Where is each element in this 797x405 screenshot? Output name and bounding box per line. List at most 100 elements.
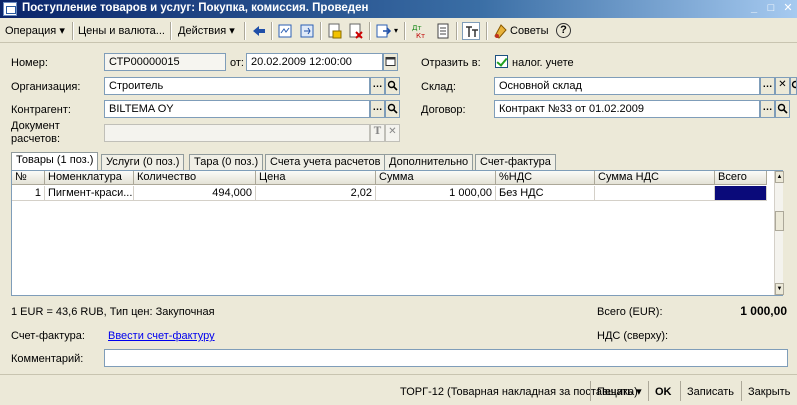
tax-accounting-label: налог. учете [512, 57, 574, 69]
unpost-document-icon[interactable] [347, 22, 365, 40]
bottom-bar: ТОРГ-12 (Товарная накладная за поставщик… [0, 374, 797, 405]
organization-field[interactable]: Строитель [104, 77, 370, 95]
actions-menu[interactable]: Действия ▾ [178, 22, 235, 40]
journal-icon[interactable] [434, 22, 452, 40]
ok-button[interactable]: OK [655, 384, 672, 400]
contract-select-button[interactable]: … [760, 100, 775, 118]
enter-invoice-link[interactable]: Ввести счет-фактуру [108, 329, 215, 344]
organization-select-button[interactable]: … [370, 77, 385, 95]
comment-field[interactable] [104, 349, 788, 367]
reflect-label: Отразить в: [421, 57, 481, 69]
tax-accounting-checkbox[interactable] [495, 55, 508, 68]
search-icon[interactable] [775, 100, 790, 118]
print-menu[interactable]: Печать ▾ [597, 384, 642, 400]
type-select-button[interactable]: T [370, 124, 385, 142]
column-header-number[interactable]: № [12, 171, 45, 185]
goods-table[interactable]: № Номенклатура Количество Цена Сумма %НД… [11, 170, 784, 296]
scroll-up-icon[interactable]: ▲ [775, 171, 784, 183]
toolbar-separator [320, 22, 322, 40]
table-scrollbar[interactable]: ▲ ▼ [774, 171, 784, 295]
calendar-icon[interactable] [383, 53, 398, 71]
debit-credit-icon[interactable]: Дт Кт [410, 22, 428, 40]
clear-icon[interactable]: ✕ [385, 124, 400, 142]
toolbar-separator [369, 22, 371, 40]
toolbar-separator [456, 22, 458, 40]
warehouse-label: Склад: [421, 81, 456, 93]
column-header-sum[interactable]: Сумма [376, 171, 496, 185]
arrow-left-icon[interactable] [250, 22, 268, 40]
document-icon [3, 2, 17, 16]
bottom-separator [648, 381, 649, 401]
counterparty-field[interactable]: BILTEMA OY [104, 100, 370, 118]
scroll-down-icon[interactable]: ▼ [775, 283, 784, 295]
table-cell-vat-rate[interactable]: Без НДС [496, 186, 595, 201]
total-value: 1 000,00 [740, 304, 787, 318]
search-icon[interactable] [790, 77, 797, 95]
toolbar-separator [72, 22, 74, 40]
bottom-separator [680, 381, 681, 401]
svg-text:Дт: Дт [412, 24, 422, 32]
settlement-doc-field[interactable] [104, 124, 370, 142]
table-cell-total-selected[interactable] [715, 186, 767, 201]
operation-menu[interactable]: Операция ▾ [5, 22, 65, 40]
post-document-icon[interactable] [326, 22, 344, 40]
window-title-bar: Поступление товаров и услуг: Покупка, ко… [0, 0, 797, 18]
column-header-vat-sum[interactable]: Сумма НДС [595, 171, 715, 185]
toolbar-separator [170, 22, 172, 40]
contract-field[interactable]: Контракт №33 от 01.02.2009 [494, 100, 760, 118]
number-label: Номер: [11, 57, 48, 69]
column-header-total[interactable]: Всего [715, 171, 767, 185]
tab-services[interactable]: Услуги (0 поз.) [101, 154, 185, 170]
refresh-icon[interactable] [298, 22, 316, 40]
close-button[interactable]: Закрыть [748, 384, 790, 400]
table-cell-vat-sum[interactable] [595, 186, 715, 201]
maximize-button[interactable]: □ [763, 2, 779, 16]
clear-icon[interactable]: ✕ [775, 77, 790, 95]
save-button[interactable]: Записать [687, 384, 734, 400]
minimize-button[interactable]: _ [746, 2, 762, 16]
comment-label: Комментарий: [11, 353, 84, 365]
column-header-item[interactable]: Номенклатура [45, 171, 134, 185]
date-label: от: [230, 57, 244, 69]
create-based-on-icon[interactable] [375, 22, 393, 40]
warehouse-select-button[interactable]: … [760, 77, 775, 95]
text-mode-icon[interactable] [462, 22, 480, 40]
tab-goods[interactable]: Товары (1 поз.) [11, 152, 99, 170]
toolbar: Операция ▾ Цены и валюта... Действия ▾ ▾… [0, 19, 797, 43]
number-field[interactable]: СТР00000015 [104, 53, 226, 71]
tab-settlement-accounts[interactable]: Счета учета расчетов [265, 154, 386, 170]
toolbar-separator [244, 22, 246, 40]
warehouse-field[interactable]: Основной склад [494, 77, 760, 95]
table-cell-quantity[interactable]: 494,000 [134, 186, 256, 201]
close-window-button[interactable]: ✕ [780, 2, 796, 16]
column-header-price[interactable]: Цена [256, 171, 376, 185]
tips-button[interactable]: Советы [510, 22, 548, 40]
toolbar-separator [404, 22, 406, 40]
toolbar-separator [486, 22, 488, 40]
help-button[interactable]: ? [556, 23, 571, 38]
organization-label: Организация: [11, 81, 81, 93]
tab-invoice[interactable]: Счет-фактура [475, 154, 556, 170]
tips-icon[interactable] [491, 22, 509, 40]
structure-icon[interactable] [276, 22, 294, 40]
table-cell-number[interactable]: 1 [12, 186, 45, 201]
counterparty-select-button[interactable]: … [370, 100, 385, 118]
search-icon[interactable] [385, 100, 400, 118]
invoice-label: Счет-фактура: [11, 330, 85, 342]
tab-containers[interactable]: Тара (0 поз.) [189, 154, 264, 170]
date-field[interactable]: 20.02.2009 12:00:00 [246, 53, 383, 71]
scroll-thumb[interactable] [775, 211, 784, 231]
settlement-doc-label-2: расчетов: [11, 133, 61, 145]
bottom-separator [741, 381, 742, 401]
table-cell-sum[interactable]: 1 000,00 [376, 186, 496, 201]
svg-text:Кт: Кт [416, 32, 425, 40]
column-header-quantity[interactable]: Количество [134, 171, 256, 185]
bottom-separator [590, 381, 591, 401]
prices-currency-button[interactable]: Цены и валюта... [78, 22, 165, 40]
column-header-vat-rate[interactable]: %НДС [496, 171, 595, 185]
create-based-on-dropdown[interactable]: ▾ [394, 22, 398, 40]
tab-additional[interactable]: Дополнительно [384, 154, 474, 170]
table-cell-price[interactable]: 2,02 [256, 186, 376, 201]
table-cell-item[interactable]: Пигмент-краси... [45, 186, 134, 201]
search-icon[interactable] [385, 77, 400, 95]
